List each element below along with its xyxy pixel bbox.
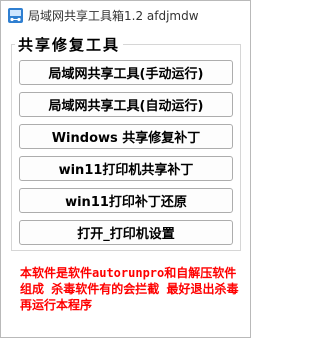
windows-share-repair-patch-button[interactable]: Windows 共享修复补丁: [19, 124, 233, 149]
warning-note: 本软件是软件autorunpro和自解压软件组成 杀毒软件有的会拦截 最好退出杀…: [20, 266, 239, 312]
open-printer-settings-button[interactable]: 打开_打印机设置: [19, 220, 233, 245]
group-title: 共享修复工具: [15, 34, 124, 55]
win11-printer-share-patch-button[interactable]: win11打印机共享补丁: [19, 156, 233, 181]
window-title: 局域网共享工具箱1.2 afdjmdw: [28, 9, 199, 23]
app-window: 局域网共享工具箱1.2 afdjmdw 共享修复工具 局域网共享工具(手动运行)…: [0, 0, 251, 338]
title-bar[interactable]: 局域网共享工具箱1.2 afdjmdw: [1, 1, 250, 29]
share-tool-manual-button[interactable]: 局域网共享工具(手动运行): [19, 60, 233, 85]
share-tool-auto-button[interactable]: 局域网共享工具(自动运行): [19, 92, 233, 117]
win11-print-patch-restore-button[interactable]: win11打印补丁还原: [19, 188, 233, 213]
network-toolbox-icon: [7, 7, 24, 24]
